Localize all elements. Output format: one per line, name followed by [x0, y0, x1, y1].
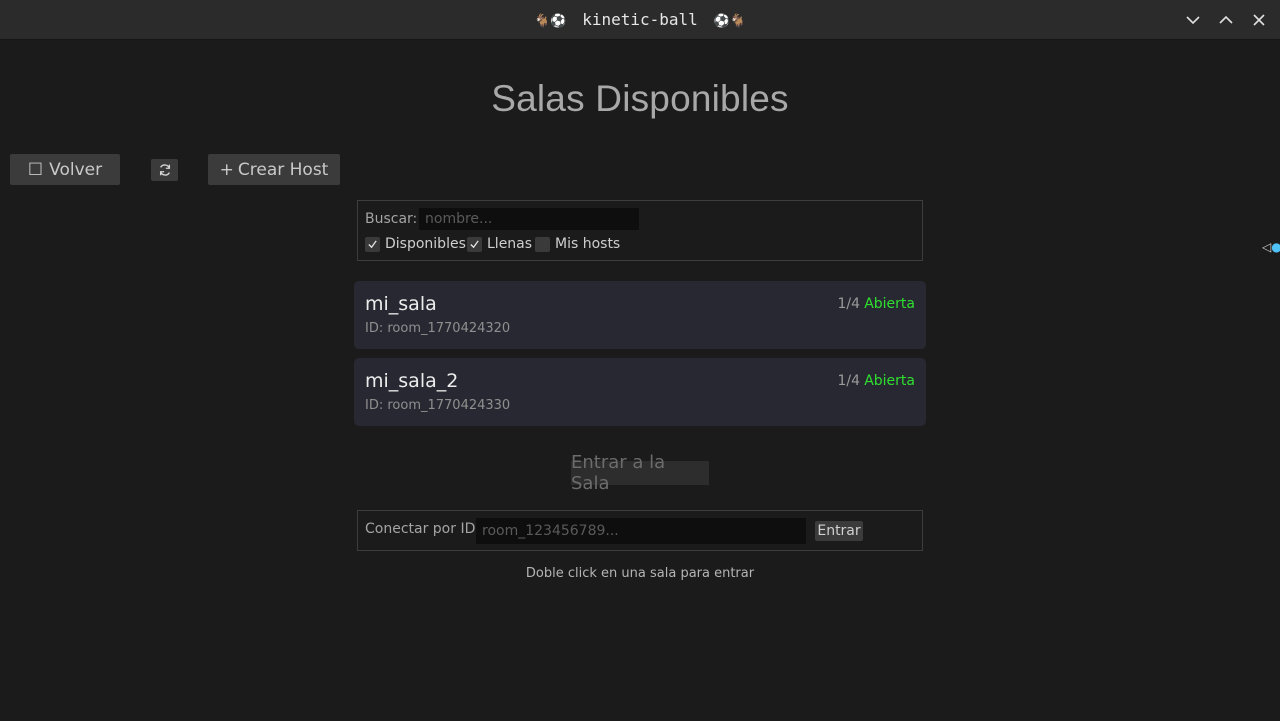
room-id: ID: room_1770424330 — [365, 398, 511, 413]
filter-my-hosts-checkbox[interactable]: Mis hosts — [535, 236, 620, 252]
refresh-icon — [159, 164, 170, 176]
connect-by-id-label: Conectar por ID: — [365, 521, 481, 537]
room-list-item[interactable]: mi_sala_2 ID: room_1770424330 1/4 Abiert… — [354, 358, 926, 426]
checkbox-checked-icon — [467, 236, 482, 252]
checkbox-unchecked-icon — [535, 236, 550, 252]
room-player-count: 1/4 — [837, 296, 860, 312]
filter-available-label: Disponibles — [385, 236, 466, 252]
room-status-badge: Abierta — [864, 296, 915, 312]
search-label: Buscar: — [365, 211, 418, 227]
filter-available-checkbox[interactable]: Disponibles — [365, 236, 466, 252]
room-name: mi_sala_2 — [365, 370, 459, 392]
title-prefix-emoji: 🐐⚽ — [534, 14, 567, 29]
filter-panel: Buscar: Disponibles Llenas Mis hosts — [357, 200, 923, 261]
chevron-down-icon — [1186, 16, 1200, 25]
window-title-text: kinetic-ball — [582, 10, 698, 29]
connect-by-id-panel: Conectar por ID: Entrar — [357, 510, 923, 551]
title-bar: 🐐⚽ kinetic-ball ⚽🐐 — [0, 0, 1280, 40]
minimize-button[interactable] — [1181, 8, 1205, 32]
chevron-up-icon — [1219, 15, 1233, 24]
plus-icon: + — [219, 159, 234, 180]
edge-handle-icon[interactable]: ◁● — [1262, 240, 1280, 254]
room-status-badge: Abierta — [864, 373, 915, 389]
back-icon: ☐ — [27, 159, 44, 180]
enter-by-id-button[interactable]: Entrar — [815, 521, 863, 541]
room-id-input[interactable] — [476, 518, 806, 544]
maximize-button[interactable] — [1214, 8, 1238, 32]
create-host-label: Crear Host — [237, 159, 329, 180]
back-button[interactable]: ☐ Volver — [10, 154, 120, 185]
enter-room-button[interactable]: Entrar a la Sala — [571, 452, 709, 494]
filter-full-label: Llenas — [487, 236, 533, 252]
room-player-count: 1/4 — [837, 373, 860, 389]
double-click-hint: Doble click en una sala para entrar — [525, 566, 755, 581]
search-input[interactable] — [419, 208, 639, 230]
checkbox-checked-icon — [365, 236, 380, 252]
filter-full-checkbox[interactable]: Llenas — [467, 236, 532, 252]
back-button-label: Volver — [49, 159, 103, 180]
page-title: Salas Disponibles — [491, 78, 789, 119]
room-id: ID: room_1770424320 — [365, 321, 511, 336]
window-title: 🐐⚽ kinetic-ball ⚽🐐 — [0, 0, 1280, 40]
edge-handle-arrow: ◁ — [1262, 240, 1272, 254]
refresh-button[interactable] — [151, 159, 178, 181]
close-icon — [1253, 14, 1265, 26]
title-suffix-emoji: ⚽🐐 — [713, 14, 746, 29]
room-list-item[interactable]: mi_sala ID: room_1770424320 1/4 Abierta — [354, 281, 926, 349]
create-host-button[interactable]: + Crear Host — [208, 154, 340, 185]
filter-my-hosts-label: Mis hosts — [555, 236, 621, 252]
close-button[interactable] — [1247, 8, 1271, 32]
room-name: mi_sala — [365, 293, 437, 315]
